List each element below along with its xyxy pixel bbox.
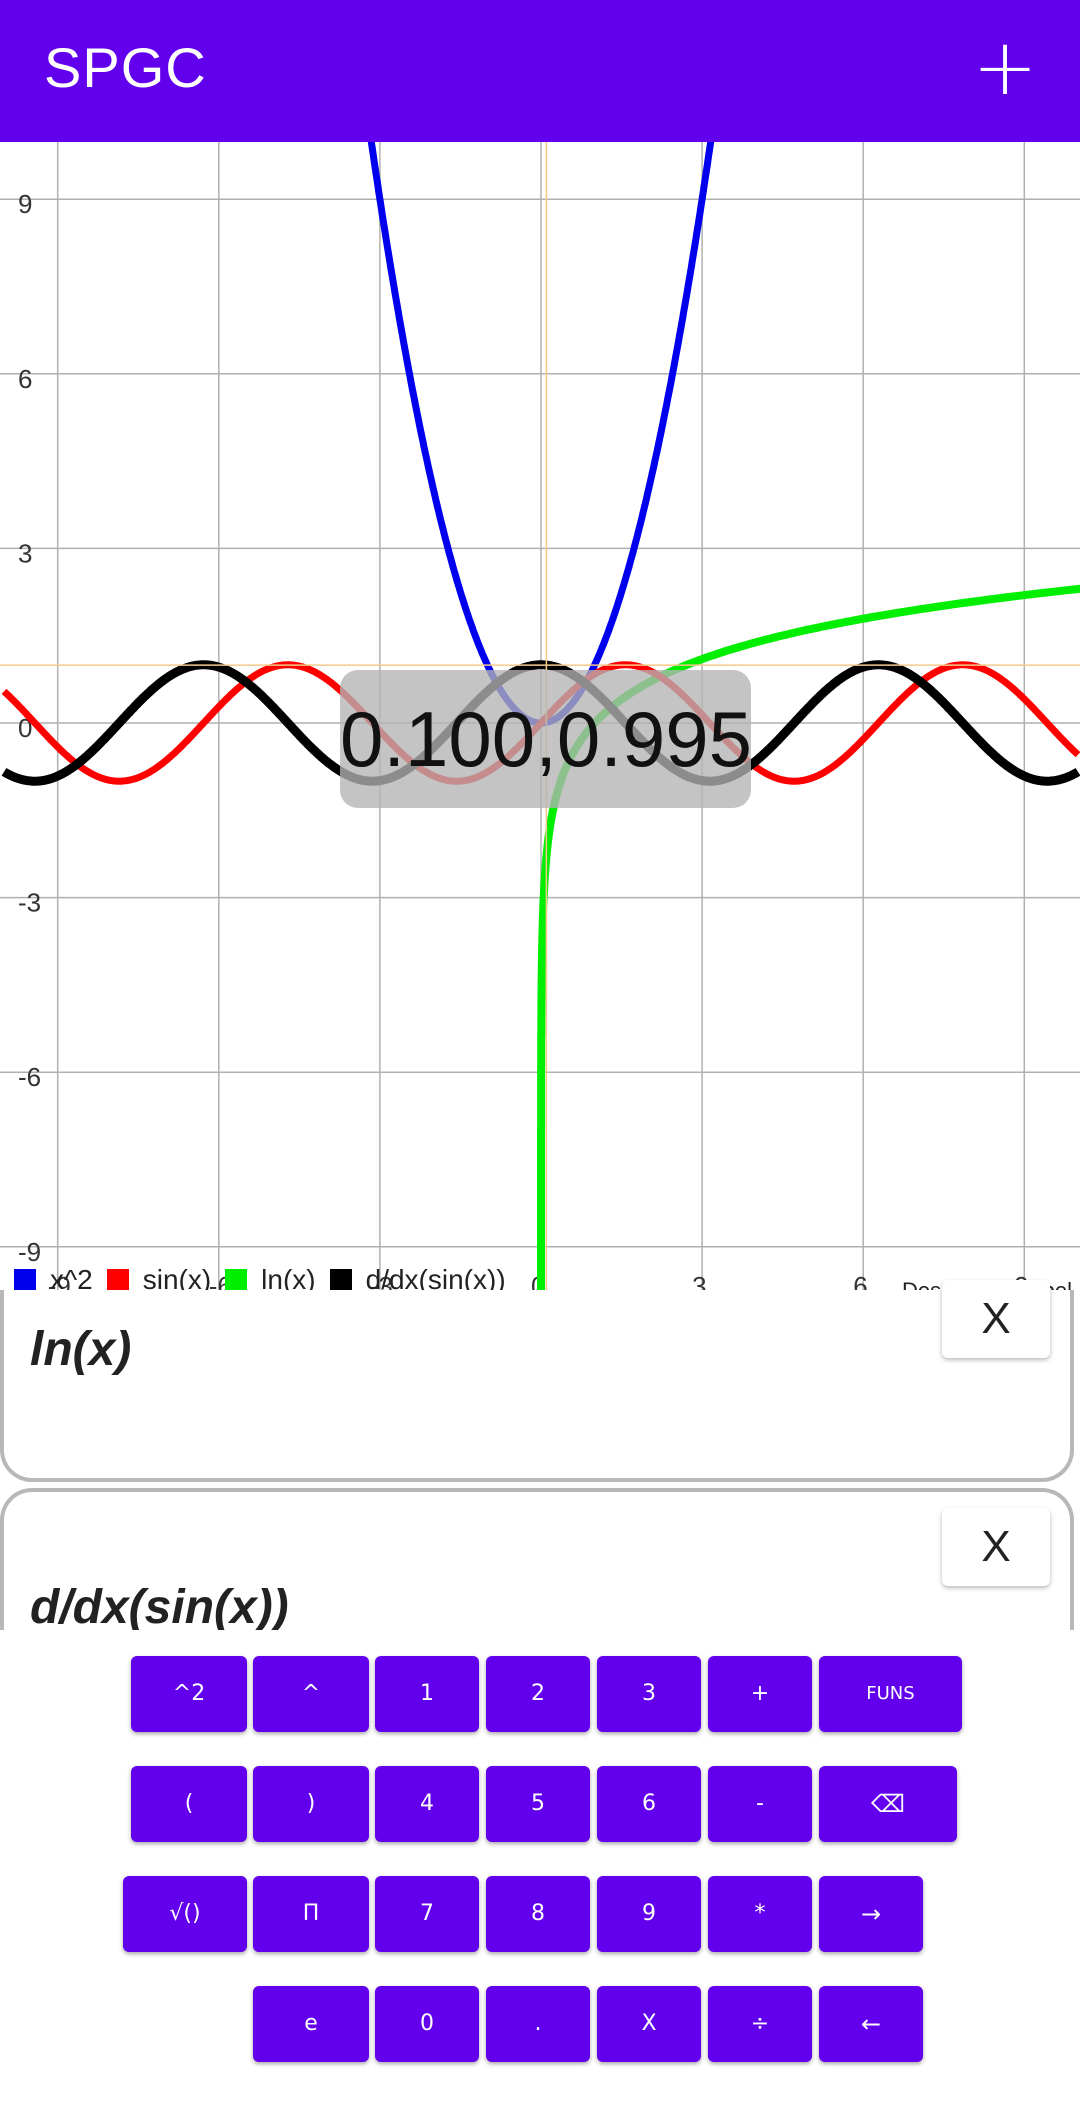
app-title: SPGC [44, 36, 207, 99]
key-button[interactable]: 3 [597, 1656, 701, 1732]
key-button[interactable]: 9 [597, 1876, 701, 1952]
key-button[interactable]: * [708, 1876, 812, 1952]
legend-swatch [225, 1269, 248, 1291]
key-button[interactable]: 1 [375, 1656, 479, 1732]
crosshair-tooltip: 0.100,0.995 [340, 670, 752, 808]
key-button[interactable]: X [597, 1986, 701, 2062]
legend-swatch [106, 1269, 129, 1291]
add-function-button[interactable]: + [970, 28, 1040, 108]
function-card-ln[interactable]: ln(x) X [0, 1280, 1074, 1482]
key-button[interactable]: Π [253, 1876, 369, 1952]
key-button[interactable]: 2 [486, 1656, 590, 1732]
y-tick-label: -3 [18, 888, 41, 918]
app-bar: SPGC + [0, 0, 1080, 142]
delete-function-button[interactable]: X [942, 1280, 1050, 1358]
key-button[interactable]: 5 [486, 1766, 590, 1842]
key-button[interactable]: √() [123, 1876, 247, 1952]
calculator-keypad: ^2 ^ 1 2 3 + FUNS () 4 5 6- ⌫ √() Π 7 8 9 * → e 0. X ÷ ← [0, 1630, 1080, 2105]
legend-swatch [329, 1269, 352, 1291]
key-button[interactable]: ) [253, 1766, 369, 1842]
key-button[interactable]: e [253, 1986, 369, 2062]
graph-view[interactable]: 9630-3-6-9-9-6-30369 0.100,0.995 [0, 142, 1080, 1302]
key-button[interactable]: 8 [486, 1876, 590, 1952]
function-expression: d/dx(sin(x)) [30, 1581, 289, 1634]
key-button[interactable]: ÷ [708, 1986, 812, 2062]
y-tick-label: 9 [18, 189, 32, 219]
y-tick-label: -6 [18, 1062, 41, 1092]
y-tick-label: 6 [18, 364, 32, 394]
key-button[interactable]: 6 [597, 1766, 701, 1842]
key-button[interactable]: FUNS [819, 1656, 962, 1732]
key-button[interactable]: - [708, 1766, 812, 1842]
key-button[interactable]: ⌫ [819, 1766, 957, 1842]
key-button[interactable]: → [819, 1876, 923, 1952]
legend-swatch [14, 1269, 36, 1291]
key-button[interactable]: ^2 [131, 1656, 247, 1732]
key-button[interactable]: 4 [375, 1766, 479, 1842]
key-button[interactable]: 7 [375, 1876, 479, 1952]
function-expression: ln(x) [30, 1323, 132, 1376]
delete-function-button[interactable]: X [942, 1508, 1050, 1586]
key-button[interactable]: ( [131, 1766, 247, 1842]
key-button[interactable]: + [708, 1656, 812, 1732]
key-button[interactable]: 0 [375, 1986, 479, 2062]
key-button[interactable]: ^ [253, 1656, 369, 1732]
y-tick-label: 3 [18, 538, 32, 568]
key-button[interactable]: . [486, 1986, 590, 2062]
key-button[interactable]: ← [819, 1986, 923, 2062]
